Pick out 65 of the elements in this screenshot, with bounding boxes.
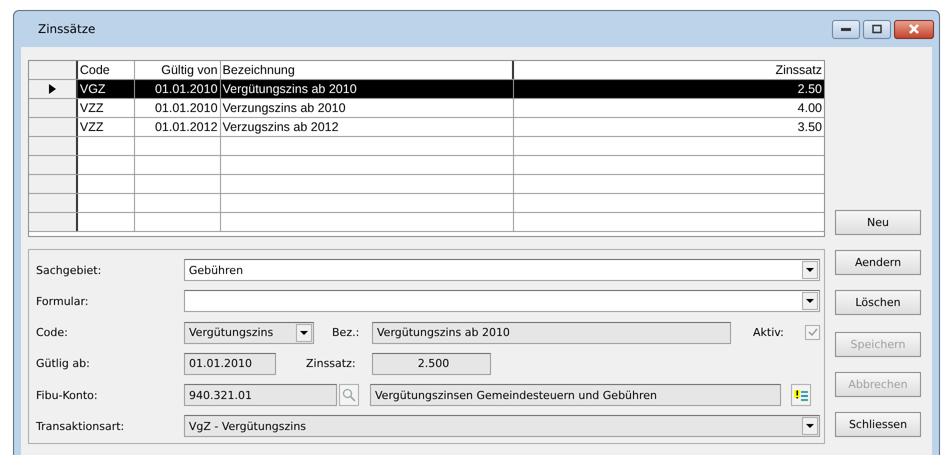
row-selector[interactable] <box>29 175 78 193</box>
action-button[interactable]: Schliessen <box>835 412 921 437</box>
column-header[interactable]: Zinssatz <box>514 61 824 79</box>
list-button[interactable] <box>791 384 811 406</box>
table-row[interactable]: VZZ 01.01.2010 Verzungszins ab 2010 4.00 <box>29 99 824 118</box>
formular-dropdown[interactable] <box>184 290 820 312</box>
maximize-icon <box>871 24 883 34</box>
field-label: Transaktionsart: <box>36 420 126 433</box>
dropdown-arrow-icon <box>806 424 814 428</box>
date-field[interactable]: 01.01.2010 <box>184 352 276 375</box>
window-title: Zinssätze <box>38 22 96 36</box>
dropdown-arrow-icon <box>300 330 308 335</box>
sachgebiet-dropdown[interactable]: Gebühren <box>184 259 820 281</box>
field-label: Fibu-Konto: <box>36 388 99 402</box>
table-cell: 01.01.2010 <box>134 99 221 117</box>
column-header[interactable]: Gültig von <box>134 61 221 79</box>
row-selector[interactable] <box>29 213 78 231</box>
table-cell-text: 3.50 <box>796 119 823 136</box>
row-header-cell <box>29 61 78 79</box>
row-selector[interactable] <box>29 118 78 136</box>
maximize-button[interactable] <box>863 20 891 38</box>
fibu-konto-field[interactable]: 940.321.01 <box>184 384 337 406</box>
row-selector[interactable] <box>29 137 78 155</box>
table-cell: 01.01.2012 <box>134 118 221 136</box>
table-cell: 01.01.2010 <box>134 80 221 98</box>
table-row[interactable]: VZZ 01.01.2012 Verzugszins ab 2012 3.50 <box>29 118 824 137</box>
row-selector[interactable] <box>29 156 78 174</box>
check-icon <box>808 328 818 338</box>
table-row[interactable]: VGZ 01.01.2010 Vergütungszins ab 2010 2.50 <box>29 80 824 99</box>
row-selector[interactable] <box>29 80 78 98</box>
action-button[interactable]: Aendern <box>835 250 921 275</box>
dropdown-arrow-icon <box>806 268 814 272</box>
minimize-button[interactable] <box>832 20 860 38</box>
code-dropdown[interactable]: Vergütungszins <box>184 322 314 344</box>
action-button[interactable]: Löschen <box>835 290 921 315</box>
transaktionsart-dropdown[interactable]: VgZ - Vergütungszins <box>184 415 820 438</box>
account-description-field[interactable]: Vergütungszinsen Gemeindesteuern und Gebühren <box>370 384 781 406</box>
minimize-icon <box>840 26 852 32</box>
close-icon <box>907 23 921 35</box>
table-cell: Verzungszins ab 2010 <box>220 99 514 117</box>
row-pointer-icon <box>48 84 56 94</box>
table-cell: Verzugszins ab 2012 <box>220 118 514 136</box>
bezeichnung-field[interactable]: Vergütungszins ab 2010 <box>372 322 731 344</box>
row-selector[interactable] <box>29 99 78 117</box>
field-label: Bez.: <box>332 326 360 340</box>
list-icon <box>794 388 808 402</box>
field-label: Aktiv: <box>753 326 785 340</box>
table-cell: VZZ <box>78 99 135 117</box>
field-label: Zinssatz: <box>306 357 357 370</box>
table-cell: Vergütungszins ab 2010 <box>220 80 514 98</box>
field-label: Sachgebiet: <box>36 264 102 276</box>
column-header[interactable]: Code <box>78 61 135 79</box>
table-cell: 2.50 <box>514 80 824 98</box>
table-cell: VZZ <box>78 118 135 136</box>
field-label: Formular: <box>36 294 90 308</box>
row-selector[interactable] <box>29 194 78 212</box>
table-cell: VGZ <box>78 80 135 98</box>
field-label: Gütlig ab: <box>36 357 91 370</box>
close-button[interactable] <box>894 20 934 38</box>
field-label: Code: <box>36 326 69 340</box>
action-button[interactable]: Neu <box>835 210 921 235</box>
zinssatz-field[interactable]: 2.500 <box>372 352 491 375</box>
table-cell-text: 4.00 <box>796 100 823 117</box>
search-icon <box>342 388 356 402</box>
dropdown-arrow-icon <box>806 299 814 304</box>
